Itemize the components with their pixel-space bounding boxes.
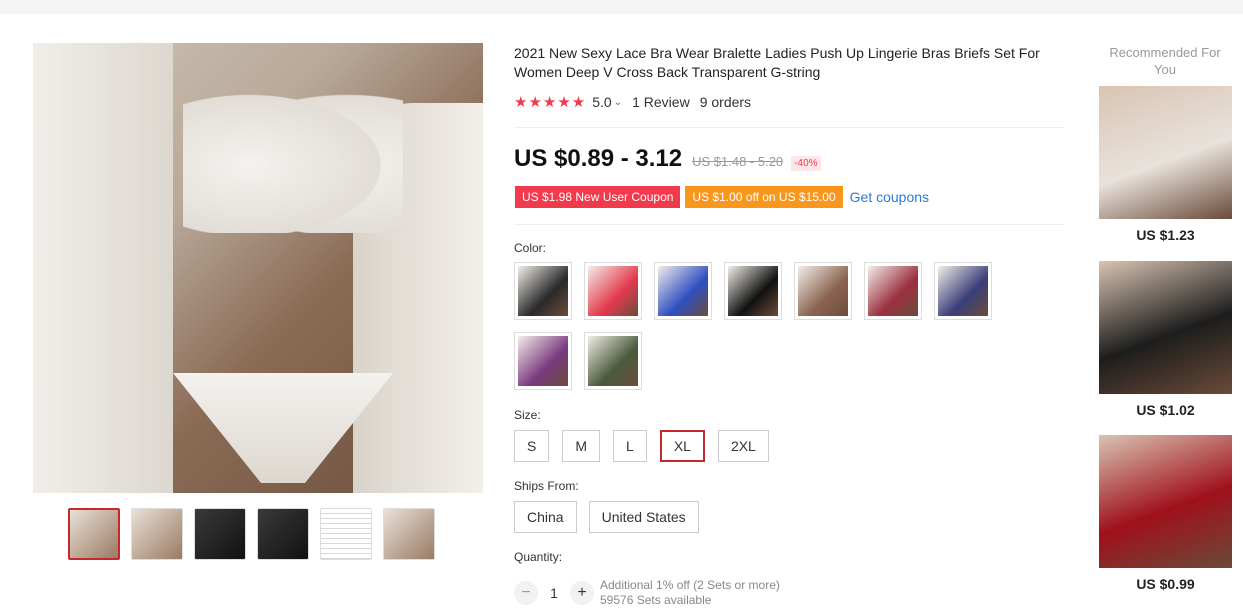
image-bra bbox=[183, 83, 403, 233]
color-swatch-4[interactable] bbox=[724, 262, 782, 320]
recommended-price: US $1.23 bbox=[1136, 227, 1195, 243]
top-nav-strip bbox=[0, 0, 1243, 14]
color-swatches bbox=[514, 262, 1014, 390]
thumbnail-2[interactable] bbox=[131, 508, 183, 560]
recommended-price: US $0.99 bbox=[1136, 576, 1195, 592]
quantity-minus-button[interactable]: − bbox=[514, 581, 538, 605]
size-option-s[interactable]: S bbox=[514, 430, 550, 462]
color-swatch-9[interactable] bbox=[584, 332, 642, 390]
original-price: US $1.48 - 5.20 bbox=[692, 154, 784, 169]
thumbnail-3[interactable] bbox=[194, 508, 246, 560]
recommended-item[interactable]: US $1.02 bbox=[1099, 261, 1232, 418]
current-price: US $0.89 - 3.12 bbox=[514, 145, 683, 172]
size-label: Size: bbox=[514, 408, 541, 422]
thumbnail-4[interactable] bbox=[257, 508, 309, 560]
recommended-title: Recommended For You bbox=[1109, 45, 1221, 77]
new-user-coupon[interactable]: US $1.98 New User Coupon bbox=[515, 186, 681, 208]
coupon-row: US $1.98 New User Coupon US $1.00 off on… bbox=[515, 186, 929, 208]
orders-count: 9 orders bbox=[699, 94, 752, 110]
recommended-item[interactable]: US $0.99 bbox=[1099, 435, 1232, 592]
quantity-stepper: − 1 + Additional 1% off (2 Sets or more)… bbox=[514, 578, 780, 608]
size-option-l[interactable]: L bbox=[613, 430, 647, 462]
recommended-image[interactable] bbox=[1099, 86, 1232, 219]
swatch-image bbox=[518, 266, 568, 316]
swatch-image bbox=[938, 266, 988, 316]
recommended-item[interactable]: US $1.23 bbox=[1099, 86, 1232, 243]
quantity-plus-button[interactable]: + bbox=[570, 581, 594, 605]
swatch-image bbox=[728, 266, 778, 316]
size-option-m[interactable]: M bbox=[562, 430, 601, 462]
price-row: US $0.89 - 3.12 US $1.48 - 5.20 -40% bbox=[514, 145, 821, 173]
swatch-image bbox=[518, 336, 568, 386]
chevron-down-icon[interactable]: ⌄ bbox=[614, 97, 622, 108]
size-options: S M L XL 2XL bbox=[514, 430, 769, 462]
divider bbox=[514, 127, 1064, 128]
color-swatch-8[interactable] bbox=[514, 332, 572, 390]
recommended-image[interactable] bbox=[1099, 261, 1232, 394]
swatch-image bbox=[868, 266, 918, 316]
store-coupon[interactable]: US $1.00 off on US $15.00 bbox=[685, 186, 843, 208]
color-swatch-7[interactable] bbox=[934, 262, 992, 320]
get-coupons-link[interactable]: Get coupons bbox=[850, 189, 929, 205]
size-option-xl[interactable]: XL bbox=[659, 430, 705, 462]
quantity-info: Additional 1% off (2 Sets or more) 59576… bbox=[600, 578, 780, 608]
main-product-image[interactable] bbox=[33, 43, 483, 493]
star-rating-icon: ★★★★★ bbox=[514, 94, 587, 111]
ships-from-us[interactable]: United States bbox=[588, 501, 699, 533]
reviews-link[interactable]: 1 Review bbox=[632, 94, 690, 110]
color-swatch-3[interactable] bbox=[654, 262, 712, 320]
rating-value[interactable]: 5.0 bbox=[592, 94, 611, 110]
divider bbox=[514, 224, 1064, 225]
recommended-price: US $1.02 bbox=[1136, 402, 1195, 418]
swatch-image bbox=[658, 266, 708, 316]
thumbnail-6[interactable] bbox=[383, 508, 435, 560]
thumbnail-size-chart[interactable] bbox=[320, 508, 372, 560]
ships-from-china[interactable]: China bbox=[514, 501, 577, 533]
bulk-discount-text: Additional 1% off (2 Sets or more) bbox=[600, 578, 780, 592]
rating-row: ★★★★★ 5.0 ⌄ 1 Review 9 orders bbox=[514, 93, 751, 111]
recommended-image[interactable] bbox=[1099, 435, 1232, 568]
quantity-label: Quantity: bbox=[514, 550, 563, 564]
swatch-image bbox=[798, 266, 848, 316]
ships-from-options: China United States bbox=[514, 501, 699, 533]
color-swatch-6[interactable] bbox=[864, 262, 922, 320]
size-option-2xl[interactable]: 2XL bbox=[717, 430, 769, 462]
thumbnail-1[interactable] bbox=[68, 508, 120, 560]
color-swatch-5[interactable] bbox=[794, 262, 852, 320]
color-swatch-1[interactable] bbox=[514, 262, 572, 320]
discount-badge: -40% bbox=[791, 156, 821, 171]
color-label: Color: bbox=[514, 241, 547, 255]
swatch-image bbox=[588, 336, 638, 386]
swatch-image bbox=[588, 266, 638, 316]
product-title: 2021 New Sexy Lace Bra Wear Bralette Lad… bbox=[514, 45, 1040, 80]
stock-available-text: 59576 Sets available bbox=[600, 593, 712, 607]
quantity-input[interactable]: 1 bbox=[538, 585, 570, 601]
color-swatch-2[interactable] bbox=[584, 262, 642, 320]
thumbnail-strip bbox=[68, 508, 435, 560]
image-coat-left bbox=[33, 43, 173, 493]
ships-from-label: Ships From: bbox=[514, 479, 579, 493]
